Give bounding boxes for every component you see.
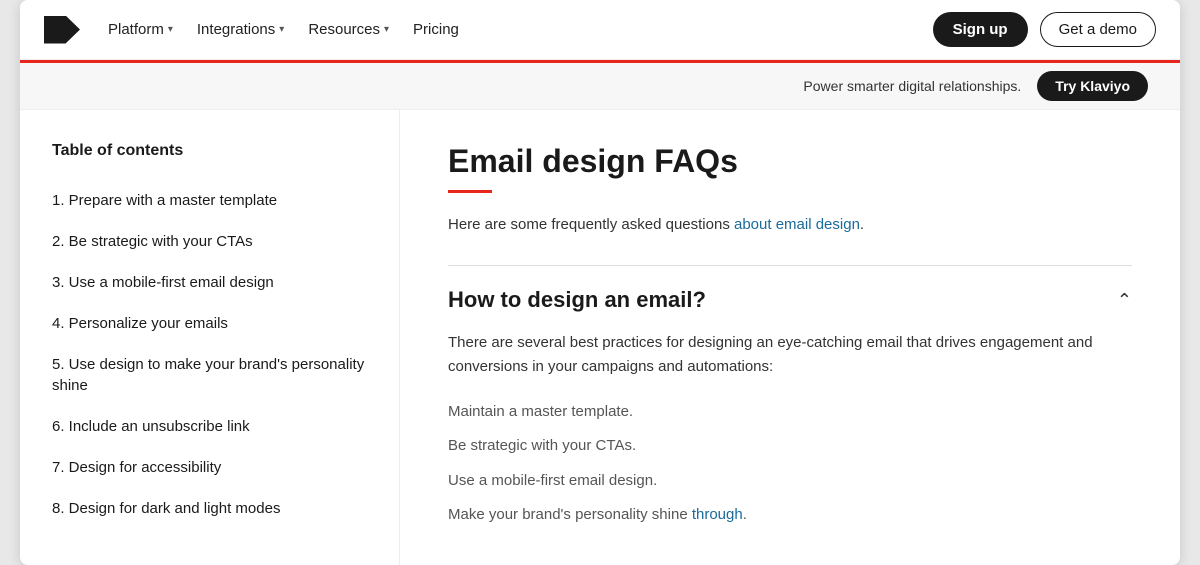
faq-list-item-4-link[interactable]: through: [692, 506, 743, 523]
toc-item-5[interactable]: 5. Use design to make your brand's perso…: [52, 344, 367, 406]
intro-text-end: .: [860, 216, 864, 233]
signup-button[interactable]: Sign up: [933, 12, 1028, 47]
logo-icon[interactable]: [44, 16, 80, 44]
chevron-up-icon[interactable]: ⌃: [1117, 290, 1132, 311]
faq-answer: There are several best practices for des…: [448, 331, 1132, 379]
toc-item-4[interactable]: 4. Personalize your emails: [52, 303, 367, 344]
nav-pricing[interactable]: Pricing: [413, 21, 459, 38]
try-klaviyo-button[interactable]: Try Klaviyo: [1037, 71, 1148, 101]
chevron-down-icon: ▾: [384, 24, 389, 35]
faq-list-item-2: Be strategic with your CTAs.: [448, 429, 1132, 464]
nav-integrations-label: Integrations: [197, 21, 275, 38]
promo-bar: Power smarter digital relationships. Try…: [20, 63, 1180, 110]
toc-item-7[interactable]: 7. Design for accessibility: [52, 447, 367, 488]
sidebar: Table of contents 1. Prepare with a mast…: [20, 110, 400, 565]
faq-list-item-3: Use a mobile-first email design.: [448, 464, 1132, 499]
faq-list-item-4: Make your brand's personality shine thro…: [448, 498, 1132, 533]
title-underline: [448, 190, 492, 193]
toc-item-6[interactable]: 6. Include an unsubscribe link: [52, 406, 367, 447]
faq-question: How to design an email?: [448, 286, 706, 315]
toc-list: 1. Prepare with a master template 2. Be …: [52, 180, 367, 529]
faq-list: Maintain a master template. Be strategic…: [448, 395, 1132, 533]
faq-list-item-4-period: .: [743, 506, 747, 523]
nav-platform-label: Platform: [108, 21, 164, 38]
faq-question-row: How to design an email? ⌃: [448, 286, 1132, 315]
intro-text: Here are some frequently asked questions: [448, 216, 734, 233]
nav-resources[interactable]: Resources ▾: [308, 21, 389, 38]
article-intro: Here are some frequently asked questions…: [448, 213, 1132, 237]
faq-list-item-1: Maintain a master template.: [448, 395, 1132, 430]
intro-link[interactable]: about email design: [734, 216, 860, 233]
navbar: Platform ▾ Integrations ▾ Resources ▾ Pr…: [20, 0, 1180, 60]
promo-text: Power smarter digital relationships.: [803, 78, 1021, 94]
chevron-down-icon: ▾: [168, 24, 173, 35]
nav-platform[interactable]: Platform ▾: [108, 21, 173, 38]
toc-item-3[interactable]: 3. Use a mobile-first email design: [52, 262, 367, 303]
get-demo-button[interactable]: Get a demo: [1040, 12, 1156, 47]
nav-right: Sign up Get a demo: [933, 12, 1156, 47]
nav-left: Platform ▾ Integrations ▾ Resources ▾ Pr…: [44, 16, 459, 44]
toc-item-2[interactable]: 2. Be strategic with your CTAs: [52, 221, 367, 262]
faq-section: How to design an email? ⌃ There are seve…: [448, 265, 1132, 533]
nav-integrations[interactable]: Integrations ▾: [197, 21, 284, 38]
nav-resources-label: Resources: [308, 21, 380, 38]
article-title: Email design FAQs: [448, 142, 1132, 180]
main-content: Table of contents 1. Prepare with a mast…: [20, 110, 1180, 565]
faq-list-item-4-text: Make your brand's personality shine: [448, 506, 692, 523]
chevron-down-icon: ▾: [279, 24, 284, 35]
toc-item-1[interactable]: 1. Prepare with a master template: [52, 180, 367, 221]
nav-pricing-label: Pricing: [413, 21, 459, 38]
nav-links: Platform ▾ Integrations ▾ Resources ▾ Pr…: [108, 21, 459, 38]
toc-title: Table of contents: [52, 142, 367, 160]
article: Email design FAQs Here are some frequent…: [400, 110, 1180, 565]
toc-item-8[interactable]: 8. Design for dark and light modes: [52, 488, 367, 529]
